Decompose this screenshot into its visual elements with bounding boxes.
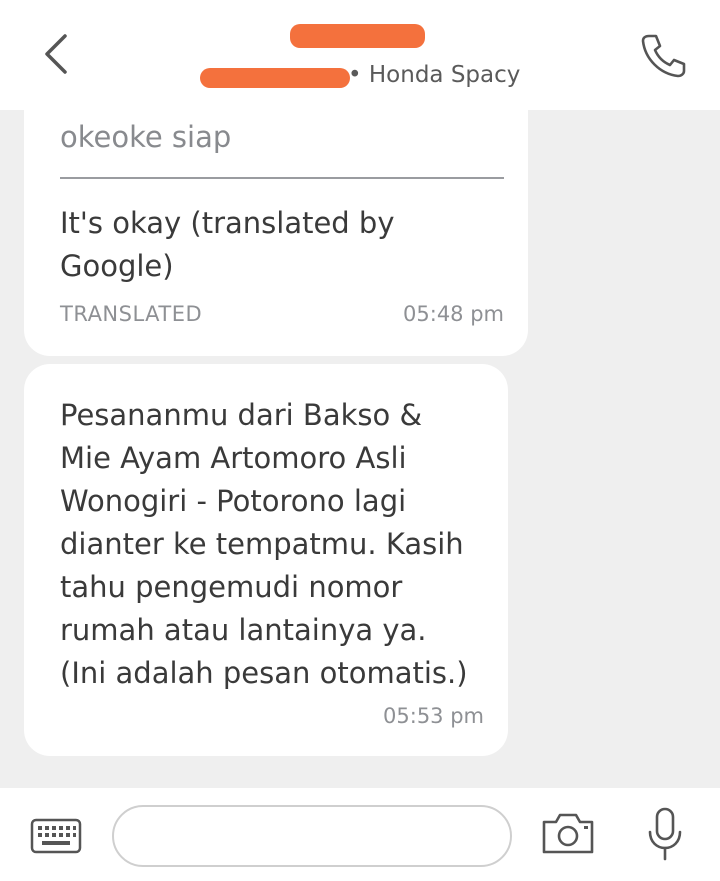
chat-header: • Honda Spacy <box>0 0 720 110</box>
phone-icon <box>641 34 686 78</box>
translation-divider <box>60 177 504 179</box>
chevron-left-icon <box>45 34 67 74</box>
back-button[interactable] <box>36 32 76 76</box>
translated-tag: TRANSLATED <box>60 302 203 326</box>
keyboard-button[interactable] <box>30 818 82 854</box>
vehicle-name: • Honda Spacy <box>348 62 521 88</box>
redaction-mark <box>200 68 350 88</box>
keyboard-icon <box>30 818 82 854</box>
microphone-button[interactable] <box>646 806 684 862</box>
camera-button[interactable] <box>540 810 596 856</box>
message-text: Pesananmu dari Bakso & Mie Ayam Artomoro… <box>60 398 468 690</box>
driver-name <box>290 20 425 50</box>
original-message-text: okeoke siap <box>60 120 232 154</box>
camera-icon <box>542 813 594 854</box>
message-bubble: okeoke siap It's okay (translated by Goo… <box>24 110 528 356</box>
message-input[interactable] <box>112 805 512 867</box>
microphone-icon <box>648 807 682 861</box>
message-bubble: Pesananmu dari Bakso & Mie Ayam Artomoro… <box>24 364 508 756</box>
redaction-mark <box>290 24 425 48</box>
translated-message-text: It's okay (translated by Google) <box>60 206 395 283</box>
call-button[interactable] <box>636 30 690 80</box>
message-time: 05:48 pm <box>403 302 504 326</box>
chat-thread[interactable]: okeoke siap It's okay (translated by Goo… <box>0 110 720 788</box>
composer-bar <box>0 788 720 881</box>
driver-subtitle: • Honda Spacy <box>200 62 520 92</box>
message-time: 05:53 pm <box>383 704 484 728</box>
